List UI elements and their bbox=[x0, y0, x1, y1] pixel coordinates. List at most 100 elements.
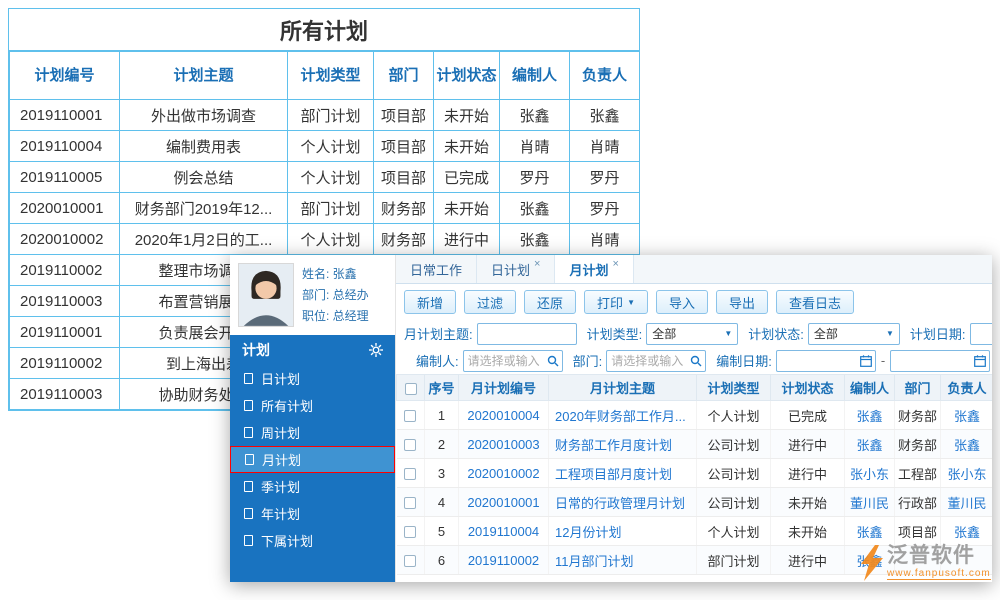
sidebar-item[interactable]: 下属计划 bbox=[230, 527, 395, 554]
close-icon[interactable]: × bbox=[534, 258, 540, 270]
plan-code-link[interactable]: 2019110002 bbox=[459, 546, 549, 575]
profile-department: 部门: 总经办 bbox=[302, 285, 369, 306]
col-month-plan-code: 月计划编号 bbox=[459, 375, 549, 401]
tab-daily-work[interactable]: 日常工作 bbox=[396, 255, 477, 283]
plan-code: 2019110002 bbox=[10, 255, 120, 286]
plan-status: 未开始 bbox=[771, 488, 845, 517]
month-plan-row[interactable]: 2 2020010003 财务部工作月度计划 公司计划 进行中 张鑫 财务部 张… bbox=[397, 430, 993, 459]
owner-link[interactable]: 张鑫 bbox=[941, 430, 993, 459]
topic-label: 月计划主题: bbox=[404, 324, 473, 343]
month-plan-row[interactable]: 4 2020010001 日常的行政管理月计划 公司计划 未开始 董川民 行政部… bbox=[397, 488, 993, 517]
tab-month-plan[interactable]: 月计划 × bbox=[555, 255, 633, 283]
gear-icon[interactable] bbox=[369, 343, 383, 357]
plan-type: 个人计划 bbox=[697, 517, 771, 546]
document-icon bbox=[244, 508, 253, 519]
caret-down-icon: ▼ bbox=[886, 329, 894, 338]
month-plan-row[interactable]: 5 2019110004 12月份计划 个人计划 未开始 张鑫 项目部 张鑫 bbox=[397, 517, 993, 546]
close-icon[interactable]: × bbox=[612, 258, 618, 270]
sidebar-item[interactable]: 年计划 bbox=[230, 500, 395, 527]
compiler-link[interactable]: 张小东 bbox=[845, 459, 895, 488]
plan-topic: 编制费用表 bbox=[120, 131, 288, 162]
row-checkbox[interactable] bbox=[404, 497, 416, 509]
table-row[interactable]: 2019110004 编制费用表 个人计划 项目部 未开始 肖晴 肖晴 bbox=[10, 131, 640, 162]
calendar-icon[interactable] bbox=[974, 355, 986, 367]
plan-status: 进行中 bbox=[771, 546, 845, 575]
plan-code-link[interactable]: 2020010004 bbox=[459, 401, 549, 430]
row-checkbox[interactable] bbox=[404, 468, 416, 480]
plan-type: 个人计划 bbox=[288, 131, 374, 162]
view-log-button[interactable]: 查看日志 bbox=[776, 290, 854, 314]
status-select[interactable]: 全部 ▼ bbox=[808, 323, 900, 345]
compiler-link[interactable]: 张鑫 bbox=[845, 401, 895, 430]
plan-topic-link[interactable]: 12月份计划 bbox=[549, 517, 697, 546]
col-plan-topic: 计划主题 bbox=[120, 52, 288, 100]
sidebar-item-label: 季计划 bbox=[261, 477, 300, 496]
table-row[interactable]: 2020010002 2020年1月2日的工... 个人计划 财务部 进行中 张… bbox=[10, 224, 640, 255]
sidebar-header: 计划 bbox=[230, 335, 395, 365]
col-plan-code: 计划编号 bbox=[10, 52, 120, 100]
compiler-link[interactable]: 张鑫 bbox=[845, 430, 895, 459]
row-checkbox[interactable] bbox=[404, 555, 416, 567]
calendar-icon[interactable] bbox=[860, 355, 872, 367]
plan-topic-link[interactable]: 财务部工作月度计划 bbox=[549, 430, 697, 459]
add-button[interactable]: 新增 bbox=[404, 290, 456, 314]
sidebar-item[interactable]: 周计划 bbox=[230, 419, 395, 446]
plan-compiler: 张鑫 bbox=[500, 224, 570, 255]
col-plan-type: 计划类型 bbox=[288, 52, 374, 100]
month-plan-row[interactable]: 1 2020010004 2020年财务部工作月... 个人计划 已完成 张鑫 … bbox=[397, 401, 993, 430]
plan-status: 未开始 bbox=[434, 193, 500, 224]
export-button[interactable]: 导出 bbox=[716, 290, 768, 314]
plan-topic-link[interactable]: 2020年财务部工作月... bbox=[549, 401, 697, 430]
col-index: 序号 bbox=[425, 375, 459, 401]
topic-input[interactable] bbox=[477, 323, 577, 345]
search-icon[interactable] bbox=[690, 355, 702, 367]
plan-code-link[interactable]: 2020010001 bbox=[459, 488, 549, 517]
select-all-checkbox[interactable] bbox=[405, 383, 417, 395]
plan-code-link[interactable]: 2020010002 bbox=[459, 459, 549, 488]
import-button[interactable]: 导入 bbox=[656, 290, 708, 314]
compiler-link[interactable]: 张鑫 bbox=[845, 517, 895, 546]
profile-name: 姓名: 张鑫 bbox=[302, 264, 369, 285]
plan-date-input[interactable] bbox=[970, 323, 993, 345]
col-plan-status: 计划状态 bbox=[771, 375, 845, 401]
sidebar-item-label: 日计划 bbox=[261, 369, 300, 388]
plan-topic-link[interactable]: 11月部门计划 bbox=[549, 546, 697, 575]
plan-type: 个人计划 bbox=[288, 162, 374, 193]
plan-topic-link[interactable]: 日常的行政管理月计划 bbox=[549, 488, 697, 517]
row-checkbox[interactable] bbox=[404, 526, 416, 538]
compiler-link[interactable]: 董川民 bbox=[845, 488, 895, 517]
filter-row-2: 编制人: 部门: 编制日期: bbox=[396, 347, 992, 374]
row-index: 3 bbox=[425, 459, 459, 488]
plan-topic-link[interactable]: 工程项目部月度计划 bbox=[549, 459, 697, 488]
status-label: 计划状态: bbox=[748, 324, 804, 343]
table-row[interactable]: 2020010001 财务部门2019年12... 部门计划 财务部 未开始 张… bbox=[10, 193, 640, 224]
owner-link[interactable]: 董川民 bbox=[941, 488, 993, 517]
owner-link[interactable]: 张小东 bbox=[941, 459, 993, 488]
sidebar-item[interactable]: 所有计划 bbox=[230, 392, 395, 419]
dept-label: 部门: bbox=[573, 351, 603, 370]
plan-status: 未开始 bbox=[434, 131, 500, 162]
print-button[interactable]: 打印 ▼ bbox=[584, 290, 648, 314]
month-plan-row[interactable]: 3 2020010002 工程项目部月度计划 公司计划 进行中 张小东 工程部 … bbox=[397, 459, 993, 488]
table-row[interactable]: 2019110005 例会总结 个人计划 项目部 已完成 罗丹 罗丹 bbox=[10, 162, 640, 193]
sidebar-item-label: 所有计划 bbox=[261, 396, 313, 415]
filter-button[interactable]: 过滤 bbox=[464, 290, 516, 314]
compiler-label: 编制人: bbox=[416, 351, 459, 370]
plan-code-link[interactable]: 2020010003 bbox=[459, 430, 549, 459]
row-checkbox[interactable] bbox=[404, 439, 416, 451]
owner-link[interactable]: 张鑫 bbox=[941, 517, 993, 546]
plan-dept: 财务部 bbox=[374, 193, 434, 224]
search-icon[interactable] bbox=[547, 355, 559, 367]
row-checkbox[interactable] bbox=[404, 410, 416, 422]
plan-code-link[interactable]: 2019110004 bbox=[459, 517, 549, 546]
plan-owner: 罗丹 bbox=[570, 162, 640, 193]
owner-link[interactable]: 张鑫 bbox=[941, 401, 993, 430]
type-select[interactable]: 全部 ▼ bbox=[646, 323, 738, 345]
tab-day-plan[interactable]: 日计划 × bbox=[477, 255, 555, 283]
sidebar-item[interactable]: 月计划 bbox=[230, 446, 395, 473]
restore-button[interactable]: 还原 bbox=[524, 290, 576, 314]
plan-code: 2019110002 bbox=[10, 348, 120, 379]
sidebar-item[interactable]: 季计划 bbox=[230, 473, 395, 500]
sidebar-item[interactable]: 日计划 bbox=[230, 365, 395, 392]
table-row[interactable]: 2019110001 外出做市场调查 部门计划 项目部 未开始 张鑫 张鑫 bbox=[10, 100, 640, 131]
